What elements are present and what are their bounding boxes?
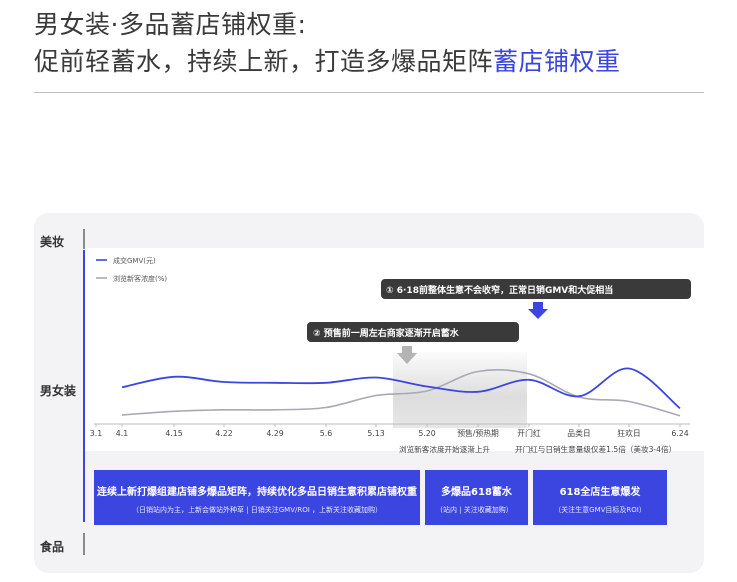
callout-1: ① 6·18前整体生意不会收窄，正常日销GMV和大促相当: [381, 279, 691, 319]
callout-1-text: ① 6·18前整体生意不会收窄，正常日销GMV和大促相当: [386, 284, 613, 296]
x-tick-label: 5.20: [418, 429, 435, 438]
phase-box-preheat: 多爆品618蓄水 (站内 | 关注收藏加购）: [425, 470, 528, 525]
phase-box-burst: 618全店生意爆发 （关注生意GMV目标及ROI）: [533, 470, 667, 525]
x-tick-label: 6.24: [671, 429, 688, 438]
x-tick-label: 3.1: [90, 429, 102, 438]
x-tick-label: 5.6: [320, 429, 332, 438]
axis-note-gmv-ratio: 开门红与日销生意量级仅差1.5倍（美妆3-4倍）: [515, 444, 676, 454]
axis-note-density-rise: 浏览新客浓度开始逐渐上升: [399, 444, 491, 454]
phase-box-new-arrivals-sub: （日销站内为主，上新会做站外种草 | 日销关注GMV/ROI ，上新关注收藏加购…: [131, 506, 383, 514]
callout-2-text: ② 预售前一周左右商家逐渐开启蓄水: [313, 327, 460, 339]
legend-label-density: 浏览新客浓度(%): [113, 274, 167, 283]
phase-box-burst-title: 618全店生意爆发: [559, 487, 641, 498]
phase-box-burst-sub: （关注生意GMV目标及ROI）: [554, 506, 646, 514]
x-tick-label: 4.1: [116, 429, 128, 438]
phase-box-new-arrivals: 连续上新打爆组建店铺多爆品矩阵，持续优化多品日销生意积累店铺权重 （日销站内为主…: [94, 470, 420, 525]
phase-box-preheat-sub: (站内 | 关注收藏加购）: [440, 506, 513, 514]
phase-box-new-arrivals-title: 连续上新打爆组建店铺多爆品矩阵，持续优化多品日销生意积累店铺权重: [97, 487, 417, 498]
chart-legend: 成交GMV(元) 浏览新客浓度(%): [96, 256, 167, 283]
legend-label-gmv: 成交GMV(元): [113, 256, 156, 265]
phase-box-preheat-title: 多爆品618蓄水: [441, 487, 512, 498]
x-tick-label: 预售/预热期: [457, 428, 499, 438]
x-tick-label: 品类日: [567, 428, 590, 438]
callout-1-arrow-icon: [528, 302, 548, 319]
x-tick-label: 4.15: [165, 429, 182, 438]
x-tick-label: 狂欢日: [617, 428, 640, 438]
x-tick-label: 4.29: [266, 429, 283, 438]
x-tick-label: 4.22: [215, 429, 232, 438]
x-tick-label: 5.13: [367, 429, 384, 438]
x-tick-label: 开门红: [517, 428, 541, 438]
preheat-shaded-region: [393, 352, 527, 428]
